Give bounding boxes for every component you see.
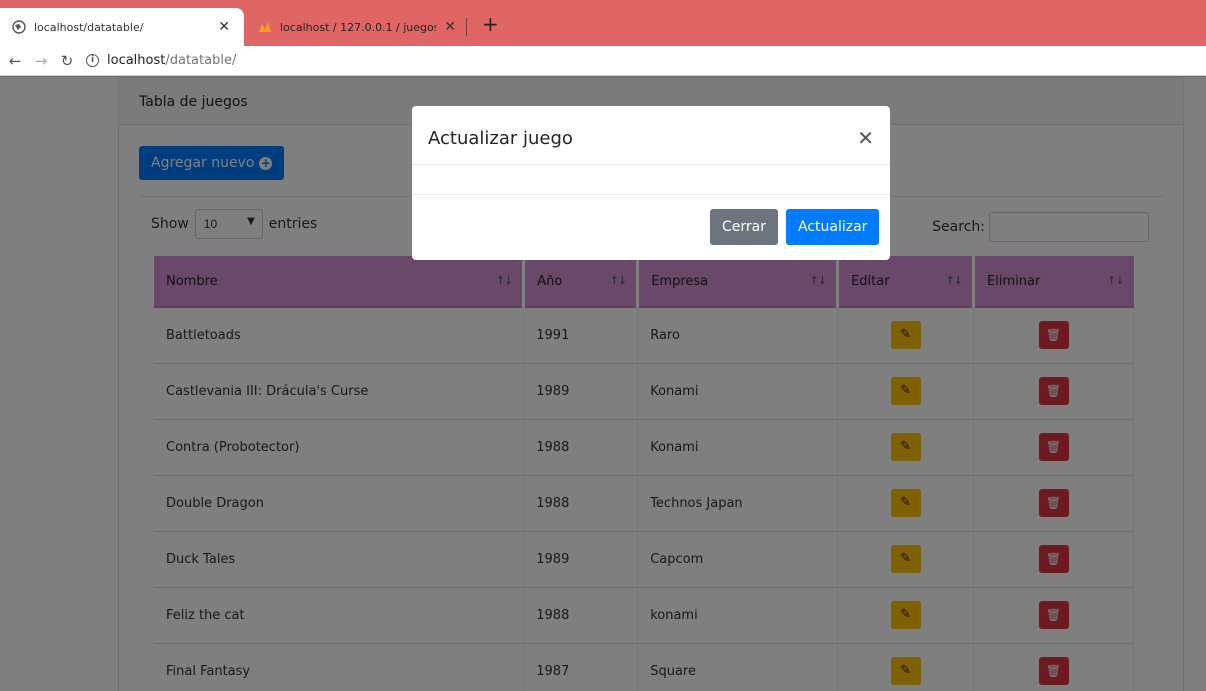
tab-title: localhost/datatable/ bbox=[34, 20, 144, 34]
browser-tab-datatable[interactable]: localhost/datatable/ ✕ bbox=[0, 8, 244, 46]
phpmyadmin-icon bbox=[258, 20, 272, 34]
update-game-modal: Actualizar juego ✕ Cerrar Actualizar bbox=[412, 106, 890, 260]
update-button[interactable]: Actualizar bbox=[786, 209, 880, 245]
url-path: /datatable/ bbox=[165, 53, 237, 68]
modal-footer: Cerrar Actualizar bbox=[412, 195, 890, 259]
modal-header: Actualizar juego ✕ bbox=[412, 106, 890, 165]
tab-title: localhost / 127.0.0.1 / juegos / t_j bbox=[280, 20, 437, 34]
modal-title: Actualizar juego bbox=[428, 128, 573, 149]
browser-tab-bar: localhost/datatable/ ✕ localhost / 127.0… bbox=[0, 0, 1206, 46]
close-button[interactable]: Cerrar bbox=[710, 209, 778, 245]
browser-tab-phpmyadmin[interactable]: localhost / 127.0.0.1 / juegos / t_j ✕ bbox=[250, 8, 466, 46]
url-field[interactable]: i localhost/datatable/ bbox=[86, 53, 236, 68]
close-icon[interactable]: ✕ bbox=[857, 126, 874, 150]
address-bar: ← → ↻ i localhost/datatable/ bbox=[0, 46, 1206, 76]
back-arrow-icon[interactable]: ← bbox=[4, 52, 26, 70]
modal-body bbox=[412, 165, 890, 195]
tab-close-icon[interactable]: ✕ bbox=[218, 19, 230, 35]
new-tab-button[interactable]: + bbox=[482, 14, 499, 34]
tab-close-icon[interactable]: ✕ bbox=[444, 19, 456, 35]
url-host: localhost bbox=[107, 53, 166, 68]
info-icon[interactable]: i bbox=[86, 54, 99, 67]
forward-arrow-icon[interactable]: → bbox=[30, 52, 52, 70]
globe-icon bbox=[12, 20, 26, 34]
tab-separator bbox=[466, 18, 467, 36]
reload-icon[interactable]: ↻ bbox=[56, 52, 78, 70]
